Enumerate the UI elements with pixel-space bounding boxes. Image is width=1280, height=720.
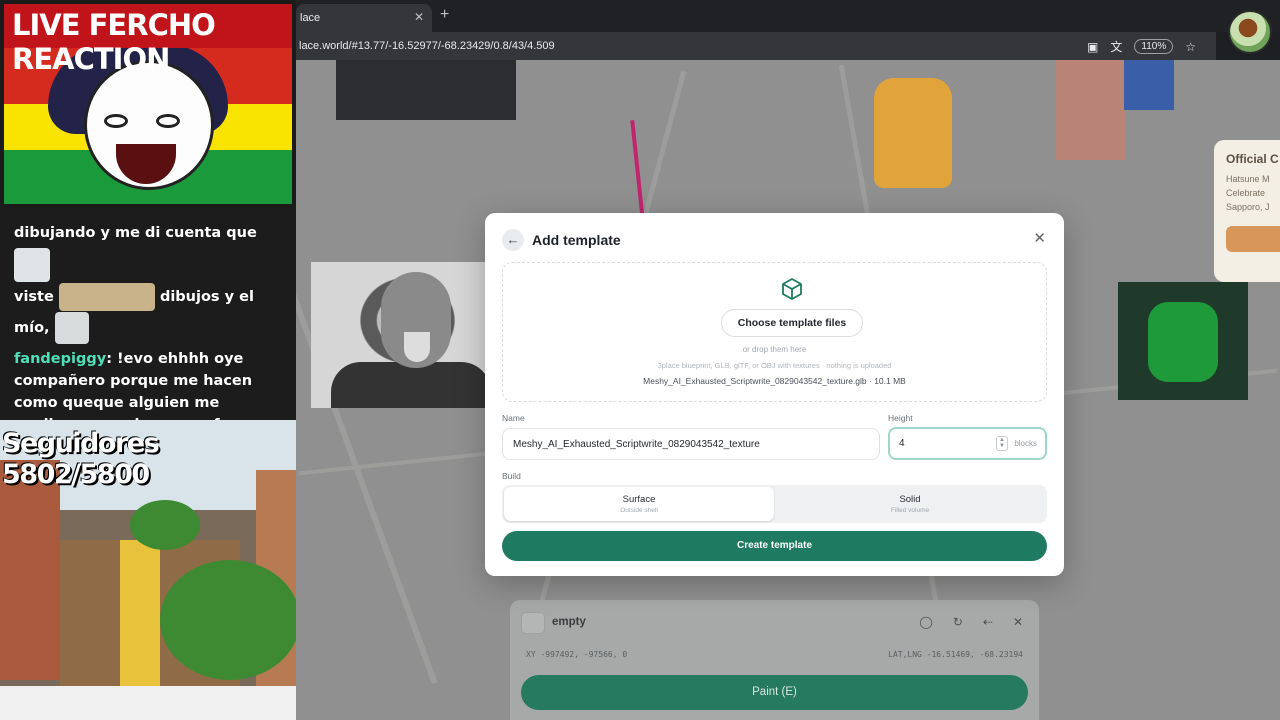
game-footer — [0, 686, 296, 720]
height-unit: blocks — [1014, 439, 1037, 448]
build-option-title: Solid — [899, 494, 921, 505]
tab-strip: lace ✕ + — [296, 0, 1280, 32]
height-stepper[interactable]: ▲ ▼ — [996, 436, 1008, 451]
selected-file: Meshy_AI_Exhausted_Scriptwrite_082904354… — [643, 376, 906, 386]
tab-title: lace — [300, 12, 321, 24]
chat-text: mío, — [14, 320, 50, 336]
color-swatch[interactable] — [521, 612, 545, 634]
cube-icon — [782, 278, 802, 300]
build-option-surface[interactable]: Surface Outside shell — [504, 487, 774, 521]
build-option-title: Surface — [622, 494, 656, 505]
chat-username: fandepiggy — [14, 351, 107, 367]
event-card[interactable]: Official C Hatsune M Celebrate Sapporo, … — [1214, 140, 1280, 282]
cartoon-eye — [104, 114, 128, 128]
history-icon[interactable]: ↻ — [953, 615, 963, 629]
latlng-readout: LAT,LNG -16.51469, -68.23194 — [888, 650, 1023, 659]
name-label: Name — [502, 413, 525, 423]
bookmark-icon[interactable]: ◯ — [919, 615, 932, 629]
install-icon[interactable]: ▣ — [1087, 40, 1098, 54]
url-text[interactable]: lace.world/#13.77/-16.52977/-68.23429/0.… — [299, 40, 555, 52]
voxel-among-us — [1118, 282, 1248, 400]
translate-icon[interactable]: 文 — [1110, 38, 1122, 55]
emote-icon — [54, 312, 89, 344]
choose-files-button[interactable]: Choose template files — [721, 309, 863, 337]
cat-emote-icon — [58, 283, 155, 311]
chat-text: dibujando y me di cuenta que — [14, 225, 257, 241]
reaction-webcam — [311, 262, 504, 408]
share-icon[interactable]: ⇠ — [983, 615, 993, 629]
paint-panel: empty ◯ ↻ ⇠ ✕ XY -997492, -97566, 0 LAT,… — [510, 600, 1039, 720]
height-field[interactable]: 4 ▲ ▼ blocks — [888, 427, 1047, 460]
panel-template-name: empty — [552, 616, 586, 628]
event-card-line: Celebrate — [1226, 188, 1266, 198]
emote-icon — [14, 248, 50, 282]
stream-title: LIVE FERCHO REACTION — [4, 4, 292, 76]
game-building — [0, 460, 60, 680]
map-road — [296, 155, 438, 685]
voxel-figure — [1124, 60, 1174, 110]
address-bar-actions: ▣ 文 110% ☆ — [1087, 38, 1196, 55]
chat-line: mío, — [14, 312, 282, 344]
file-dropzone[interactable]: Choose template files or drop them here … — [502, 262, 1047, 402]
zoom-indicator[interactable]: 110% — [1134, 39, 1174, 54]
new-tab-icon[interactable]: + — [440, 6, 449, 24]
event-card-line: Sapporo, J — [1226, 202, 1270, 212]
cartoon-eye — [156, 114, 180, 128]
screen: Official C Hatsune M Celebrate Sapporo, … — [0, 0, 1280, 720]
voxel-dog — [874, 78, 952, 188]
close-icon[interactable]: ✕ — [1013, 615, 1023, 629]
build-label: Build — [502, 471, 521, 481]
drop-hint: or drop them here — [742, 345, 807, 354]
voxel-structure — [336, 60, 516, 120]
followers-counter: Seguidores 5802/5800 — [2, 428, 160, 490]
build-option-subtitle: Filled volume — [890, 507, 930, 514]
game-tree — [160, 560, 296, 680]
panel-actions: ◯ ↻ ⇠ ✕ — [919, 615, 1023, 629]
webcam-tongue — [404, 332, 430, 362]
build-segmented-control: Surface Outside shell Solid Filled volum… — [502, 485, 1047, 523]
build-option-subtitle: Outside shell — [620, 507, 658, 514]
browser-tab[interactable]: lace ✕ — [296, 4, 432, 32]
bookmark-star-icon[interactable]: ☆ — [1185, 40, 1196, 54]
close-icon[interactable]: ✕ — [1033, 229, 1046, 247]
gameplay-overlay: Seguidores 5802/5800 — [0, 420, 296, 720]
chat-text: dibujos y el — [159, 289, 254, 305]
dialog-title: Add template — [532, 232, 621, 248]
streamer-cam: LIVE FERCHO REACTION — [0, 0, 296, 208]
xy-readout: XY -997492, -97566, 0 — [526, 650, 628, 659]
event-card-title: Official C — [1226, 152, 1279, 166]
game-tree — [130, 500, 200, 550]
voxel-figure — [1056, 60, 1126, 160]
height-value: 4 — [899, 438, 905, 449]
profile-avatar[interactable] — [1228, 10, 1272, 54]
event-card-line: Hatsune M — [1226, 174, 1270, 184]
event-card-button[interactable] — [1226, 226, 1280, 252]
webcam-shirt — [331, 362, 491, 408]
name-field[interactable]: Meshy_AI_Exhausted_Scriptwrite_082904354… — [502, 428, 880, 460]
formats-hint: 3place blueprint, GLB, glTF, or OBJ with… — [657, 361, 892, 370]
add-template-dialog: ← Add template ✕ Choose template files o… — [485, 213, 1064, 576]
back-arrow-icon[interactable]: ← — [502, 229, 524, 251]
build-option-solid[interactable]: Solid Filled volume — [775, 487, 1045, 521]
stream-chat: dibujando y me di cuenta que viste dibuj… — [0, 208, 296, 455]
chat-line: dibujando y me di cuenta que — [14, 218, 282, 282]
tab-close-icon[interactable]: ✕ — [414, 10, 424, 24]
paint-button[interactable]: Paint (E) — [521, 675, 1028, 710]
chat-text: viste — [14, 289, 54, 305]
address-bar[interactable]: lace.world/#13.77/-16.52977/-68.23429/0.… — [296, 32, 1216, 60]
chat-line: viste dibujos y el — [14, 282, 282, 312]
height-label: Height — [888, 413, 913, 423]
create-template-button[interactable]: Create template — [502, 531, 1047, 561]
